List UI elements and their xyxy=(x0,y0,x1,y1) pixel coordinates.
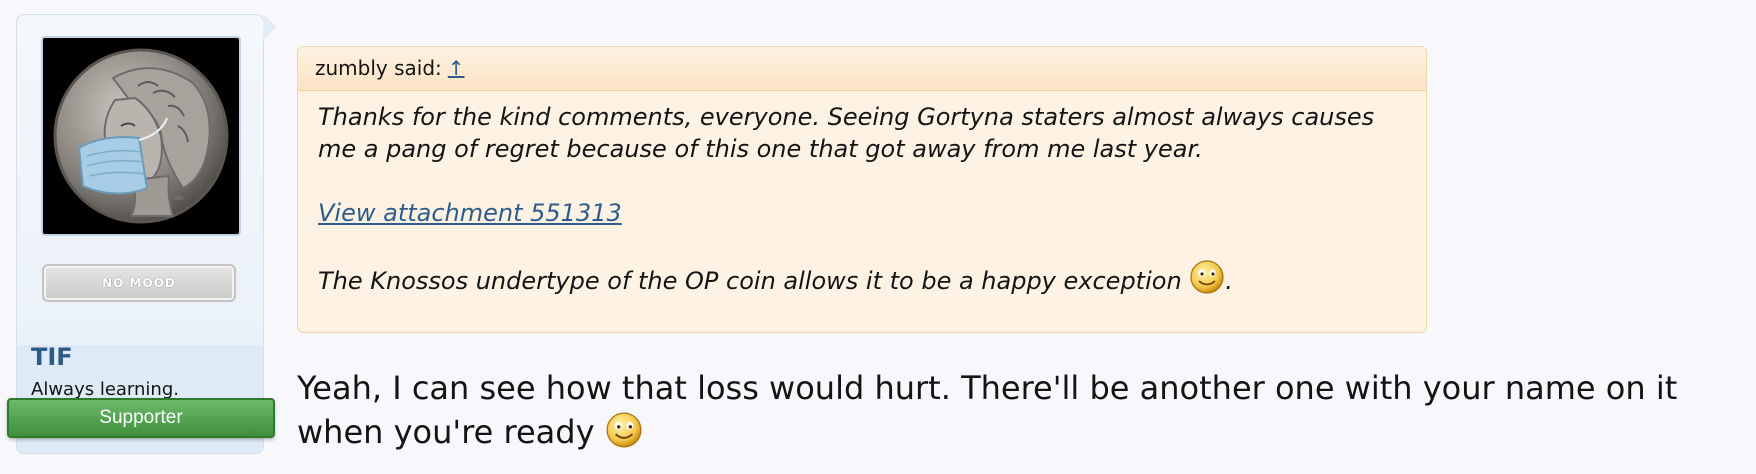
user-title: Always learning. xyxy=(31,379,179,400)
username[interactable]: TIF xyxy=(31,343,73,371)
smile-icon xyxy=(605,411,643,460)
user-info-panel: NO MOOD TIF Always learning. xyxy=(16,14,264,454)
message-body: Yeah, I can see how that loss would hurt… xyxy=(297,366,1677,460)
message-arrow xyxy=(263,14,277,40)
supporter-banner: Supporter xyxy=(7,398,275,438)
masked-coin-avatar-icon xyxy=(43,38,239,234)
mood-button[interactable]: NO MOOD xyxy=(42,264,236,302)
quote-line: me a pang of regret because of this one … xyxy=(318,135,1203,163)
attachment-link[interactable]: View attachment 551313 xyxy=(318,199,622,227)
quote-line: The Knossos undertype of the OP coin all… xyxy=(318,267,1182,295)
message-line: when you're ready xyxy=(297,413,595,451)
jump-to-quote-link[interactable]: ↑ xyxy=(448,56,465,80)
quote-block: zumbly said: ↑ Thanks for the kind commen… xyxy=(297,46,1427,333)
avatar[interactable] xyxy=(41,36,241,236)
quote-line: Thanks for the kind comments, everyone. … xyxy=(318,103,1375,131)
forum-post: NO MOOD TIF Always learning. Supporter z… xyxy=(0,0,1756,474)
quote-header: zumbly said: ↑ xyxy=(298,47,1426,91)
quote-author: zumbly said: xyxy=(315,56,442,80)
quote-content: Thanks for the kind comments, everyone. … xyxy=(298,91,1426,305)
smile-icon xyxy=(1189,259,1225,305)
message-line: Yeah, I can see how that loss would hurt… xyxy=(297,369,1678,407)
